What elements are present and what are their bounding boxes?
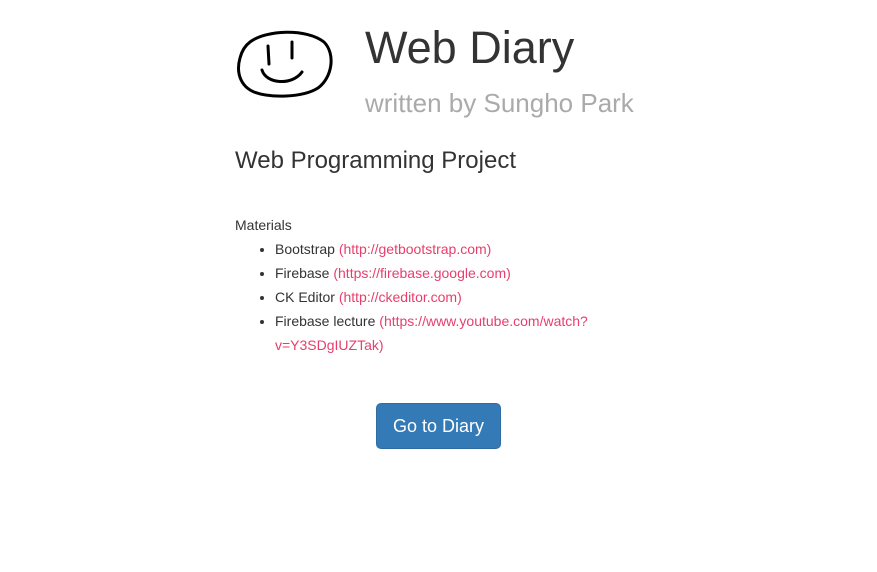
go-to-diary-button[interactable]: Go to Diary xyxy=(376,403,501,449)
page: Web Diary written by Sungho Park Web Pro… xyxy=(0,0,877,572)
page-subtitle: written by Sungho Park xyxy=(365,88,634,118)
page-title: Web Diary xyxy=(365,22,575,73)
materials-label: Materials xyxy=(235,217,292,233)
firebase-link[interactable]: (https://firebase.google.com) xyxy=(333,265,510,281)
bootstrap-link[interactable]: (http://getbootstrap.com) xyxy=(339,241,492,257)
material-name: CK Editor xyxy=(275,289,339,305)
list-item-firebase: Firebase (https://firebase.google.com) xyxy=(275,261,605,285)
material-name: Bootstrap xyxy=(275,241,339,257)
material-name: Firebase xyxy=(275,265,334,281)
materials-section: Materials Bootstrap (http://getbootstrap… xyxy=(235,213,635,357)
list-item-ckeditor: CK Editor (http://ckeditor.com) xyxy=(275,285,605,309)
ckeditor-link[interactable]: (http://ckeditor.com) xyxy=(339,289,462,305)
list-item-bootstrap: Bootstrap (http://getbootstrap.com) xyxy=(275,237,605,261)
smiley-face-icon xyxy=(237,30,333,98)
material-name: Firebase lecture xyxy=(275,313,380,329)
materials-list: Bootstrap (http://getbootstrap.com) Fire… xyxy=(235,237,635,357)
list-item-firebase-lecture: Firebase lecture (https://www.youtube.co… xyxy=(275,309,605,357)
project-title: Web Programming Project xyxy=(235,147,516,174)
